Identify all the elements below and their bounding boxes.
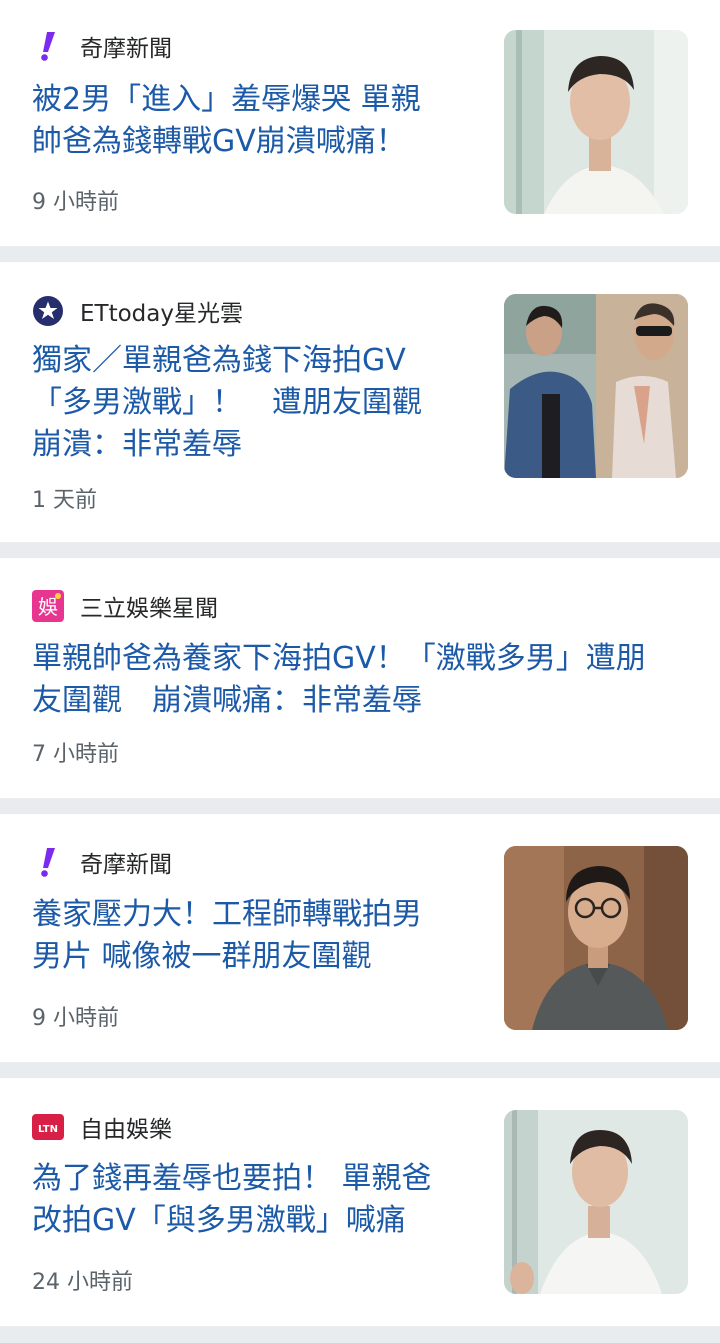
timestamp: 7 小時前 bbox=[32, 742, 119, 767]
source-name: 三立娛樂星聞 bbox=[80, 596, 218, 622]
source-name: 奇摩新聞 bbox=[80, 36, 172, 62]
svg-text:娛: 娛 bbox=[38, 595, 58, 619]
timestamp: 24 小時前 bbox=[32, 1270, 133, 1295]
source-row: ETtoday星光雲 bbox=[32, 295, 243, 327]
source-row: 奇摩新聞 bbox=[32, 846, 172, 878]
article-thumbnail[interactable] bbox=[504, 846, 688, 1030]
news-card[interactable]: LTN 自由娛樂 為了錢再羞辱也要拍！ 單親爸 改拍GV「與多男激戰」喊痛 24 … bbox=[0, 1078, 720, 1326]
setn-entertainment-icon: 娛 bbox=[32, 590, 64, 622]
headline[interactable]: 單親帥爸為養家下海拍GV！「激戰多男」遭朋 友圍觀 崩潰喊痛：非常羞辱 bbox=[32, 638, 646, 722]
headline[interactable]: 獨家／單親爸為錢下海拍GV 「多男激戰」！ 遭朋友圍觀 崩潰：非常羞辱 bbox=[32, 340, 422, 466]
news-card[interactable]: ETtoday星光雲 獨家／單親爸為錢下海拍GV 「多男激戰」！ 遭朋友圍觀 崩潰：… bbox=[0, 262, 720, 542]
source-name: 自由娛樂 bbox=[80, 1117, 172, 1143]
svg-text:LTN: LTN bbox=[38, 1124, 58, 1135]
headline[interactable]: 養家壓力大！工程師轉戰拍男 男片 喊像被一群朋友圍觀 bbox=[32, 894, 422, 978]
ettoday-star-icon bbox=[32, 295, 64, 327]
timestamp: 9 小時前 bbox=[32, 1006, 119, 1031]
news-card[interactable]: 奇摩新聞 被2男「進入」羞辱爆哭 單親 帥爸為錢轉戰GV崩潰喊痛！ 9 小時前 bbox=[0, 0, 720, 246]
source-name: ETtoday星光雲 bbox=[80, 301, 243, 327]
headline[interactable]: 為了錢再羞辱也要拍！ 單親爸 改拍GV「與多男激戰」喊痛 bbox=[32, 1158, 432, 1242]
source-row: LTN 自由娛樂 bbox=[32, 1111, 172, 1143]
ltn-logo-icon: LTN bbox=[32, 1111, 64, 1143]
news-card[interactable]: 娛 三立娛樂星聞 單親帥爸為養家下海拍GV！「激戰多男」遭朋 友圍觀 崩潰喊痛：非… bbox=[0, 558, 720, 798]
yahoo-exclamation-icon bbox=[32, 30, 64, 62]
article-thumbnail[interactable] bbox=[504, 30, 688, 214]
source-name: 奇摩新聞 bbox=[80, 852, 172, 878]
headline[interactable]: 被2男「進入」羞辱爆哭 單親 帥爸為錢轉戰GV崩潰喊痛！ bbox=[32, 79, 421, 163]
timestamp: 9 小時前 bbox=[32, 190, 119, 215]
article-thumbnail[interactable] bbox=[504, 294, 688, 478]
source-row: 奇摩新聞 bbox=[32, 30, 172, 62]
news-card[interactable]: 奇摩新聞 養家壓力大！工程師轉戰拍男 男片 喊像被一群朋友圍觀 9 小時前 bbox=[0, 814, 720, 1062]
timestamp: 1 天前 bbox=[32, 488, 97, 513]
news-feed: 奇摩新聞 被2男「進入」羞辱爆哭 單親 帥爸為錢轉戰GV崩潰喊痛！ 9 小時前 E… bbox=[0, 0, 720, 1343]
yahoo-exclamation-icon bbox=[32, 846, 64, 878]
source-row: 娛 三立娛樂星聞 bbox=[32, 590, 218, 622]
article-thumbnail[interactable] bbox=[504, 1110, 688, 1294]
